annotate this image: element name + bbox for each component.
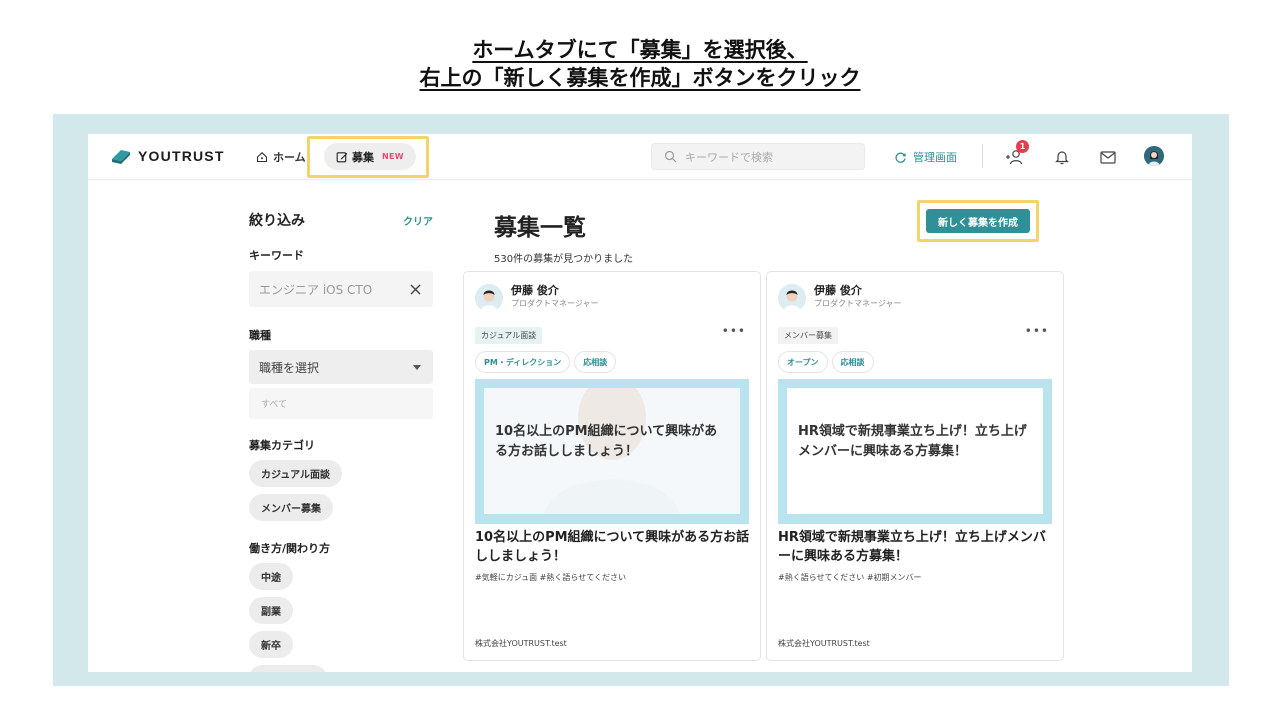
logo[interactable]: YOUTRUST [110, 146, 225, 166]
logo-mark-icon [112, 150, 130, 164]
result-count: 530件の募集が見つかりました [494, 254, 634, 265]
author-avatar [475, 284, 503, 312]
card-tag[interactable]: PM・ディレクション [475, 351, 571, 373]
job-sub-select[interactable]: すべて [249, 388, 433, 419]
page-title: 募集一覧 [494, 215, 586, 241]
work-pill-sidejob[interactable]: 副業 [249, 597, 293, 624]
keyword-input[interactable]: エンジニア iOS CTO [249, 271, 433, 307]
work-style-label: 働き方/関わり方 [249, 542, 331, 555]
card-company[interactable]: 株式会社YOUTRUST.test [475, 638, 567, 649]
category-pill-member[interactable]: メンバー募集 [249, 494, 333, 521]
work-pill-row-4 [249, 665, 433, 672]
job-select-value: 職種を選択 [259, 360, 320, 375]
card-tag[interactable]: 応相談 [574, 351, 617, 373]
card-company[interactable]: 株式会社YOUTRUST.test [778, 638, 870, 649]
notifications-button[interactable] [1051, 146, 1073, 168]
work-pill-row-2: 副業 [249, 597, 433, 624]
search-input[interactable]: キーワードで検索 [651, 143, 865, 170]
app-window: YOUTRUST ホーム 募集 NEW キーワードで検索 管理画面 1 絞り込み… [88, 134, 1192, 672]
recruit-card-1[interactable]: 伊藤 俊介 プロダクトマネージャー カジュアル面談 ••• PM・ディレクション… [463, 271, 761, 661]
author-name: 伊藤 俊介 [814, 284, 862, 297]
author-avatar [778, 284, 806, 312]
add-user-button[interactable]: 1 [1004, 140, 1029, 168]
card-category: メンバー募集 [778, 327, 838, 344]
keyword-value: エンジニア iOS CTO [259, 282, 373, 297]
refresh-icon [895, 152, 906, 163]
job-sub-value: すべて [261, 400, 288, 410]
card-tag[interactable]: 応相談 [831, 351, 874, 373]
work-pill-row-3: 新卒 [249, 631, 433, 658]
more-options-icon[interactable]: ••• [722, 324, 746, 338]
cover-text: 10名以上のPM組織について興味がある方お話ししましょう！ [495, 424, 718, 459]
mail-icon [1100, 150, 1116, 164]
more-options-icon[interactable]: ••• [1025, 324, 1049, 338]
caret-down-icon [413, 364, 421, 370]
work-pill-midcareer[interactable]: 中途 [249, 563, 293, 590]
search-icon [664, 150, 677, 163]
category-pill-row-1: カジュアル面談 [249, 460, 433, 487]
avatar-icon [475, 284, 503, 312]
avatar-icon [778, 284, 806, 312]
filter-sidebar: 絞り込み クリア キーワード エンジニア iOS CTO 職種 職種を選択 すべ… [249, 210, 433, 672]
highlight-recruit-tab [307, 136, 429, 178]
instruction-line-2: 右上の「新しく募集を作成」ボタンをクリック [419, 66, 861, 90]
card-author[interactable]: 伊藤 俊介 プロダクトマネージャー [475, 284, 598, 312]
card-category: カジュアル面談 [475, 327, 543, 344]
clear-filters-button[interactable]: クリア [403, 213, 433, 228]
work-pill-row-1: 中途 [249, 563, 433, 590]
recruit-card-2[interactable]: 伊藤 俊介 プロダクトマネージャー メンバー募集 ••• オープン 応相談 HR… [766, 271, 1064, 661]
close-icon[interactable] [410, 284, 421, 295]
logo-text: YOUTRUST [138, 148, 225, 164]
card-cover-image: 10名以上のPM組織について興味がある方お話ししましょう！ [475, 379, 749, 524]
avatar-icon [1144, 146, 1164, 166]
work-pill-more[interactable] [249, 665, 327, 672]
card-title[interactable]: HR領域で新規事業立ち上げ！立ち上げメンバーに興味ある方募集！ [778, 528, 1056, 566]
category-pill-row-2: メンバー募集 [249, 494, 433, 521]
bell-icon [1055, 151, 1069, 165]
card-tags: オープン 応相談 [778, 351, 874, 373]
search-placeholder: キーワードで検索 [685, 150, 773, 164]
author-name: 伊藤 俊介 [511, 284, 559, 297]
card-hashtags: #熱く語らせてください #初期メンバー [778, 573, 922, 582]
work-pill-newgrad[interactable]: 新卒 [249, 631, 293, 658]
author-role: プロダクトマネージャー [511, 299, 599, 308]
nav-home-label: ホーム [273, 151, 306, 164]
highlight-create-button [917, 200, 1039, 242]
notification-badge: 1 [1016, 140, 1029, 153]
messages-button[interactable] [1097, 146, 1119, 168]
admin-label: 管理画面 [913, 151, 957, 164]
job-select[interactable]: 職種を選択 [249, 350, 433, 384]
top-header: YOUTRUST ホーム 募集 NEW キーワードで検索 管理画面 1 [88, 134, 1192, 180]
author-role: プロダクトマネージャー [814, 299, 902, 308]
category-pill-casual[interactable]: カジュアル面談 [249, 460, 342, 487]
card-title[interactable]: 10名以上のPM組織について興味がある方お話ししましょう！ [475, 528, 753, 566]
category-label: 募集カテゴリ [249, 439, 315, 452]
card-author[interactable]: 伊藤 俊介 プロダクトマネージャー [778, 284, 901, 312]
job-label: 職種 [249, 329, 271, 342]
filter-title: 絞り込み [249, 213, 305, 229]
user-avatar[interactable] [1144, 146, 1164, 166]
nav-tab-home[interactable]: ホーム [256, 149, 306, 165]
instruction-heading: ホームタブにて「募集」を選択後、 右上の「新しく募集を作成」ボタンをクリック [0, 36, 1280, 92]
card-cover-image: HR領域で新規事業立ち上げ！立ち上げメンバーに興味ある方募集！ [778, 379, 1052, 524]
card-tag[interactable]: オープン [778, 351, 828, 373]
instruction-line-1: ホームタブにて「募集」を選択後、 [472, 38, 808, 62]
home-icon [256, 152, 268, 163]
keyword-label: キーワード [249, 249, 304, 262]
header-divider [982, 144, 983, 168]
admin-link[interactable]: 管理画面 [894, 149, 957, 165]
card-hashtags: #気軽にカジュ面 #熱く語らせてください [475, 573, 626, 582]
card-tags: PM・ディレクション 応相談 [475, 351, 617, 373]
cover-text: HR領域で新規事業立ち上げ！立ち上げメンバーに興味ある方募集！ [798, 424, 1027, 459]
